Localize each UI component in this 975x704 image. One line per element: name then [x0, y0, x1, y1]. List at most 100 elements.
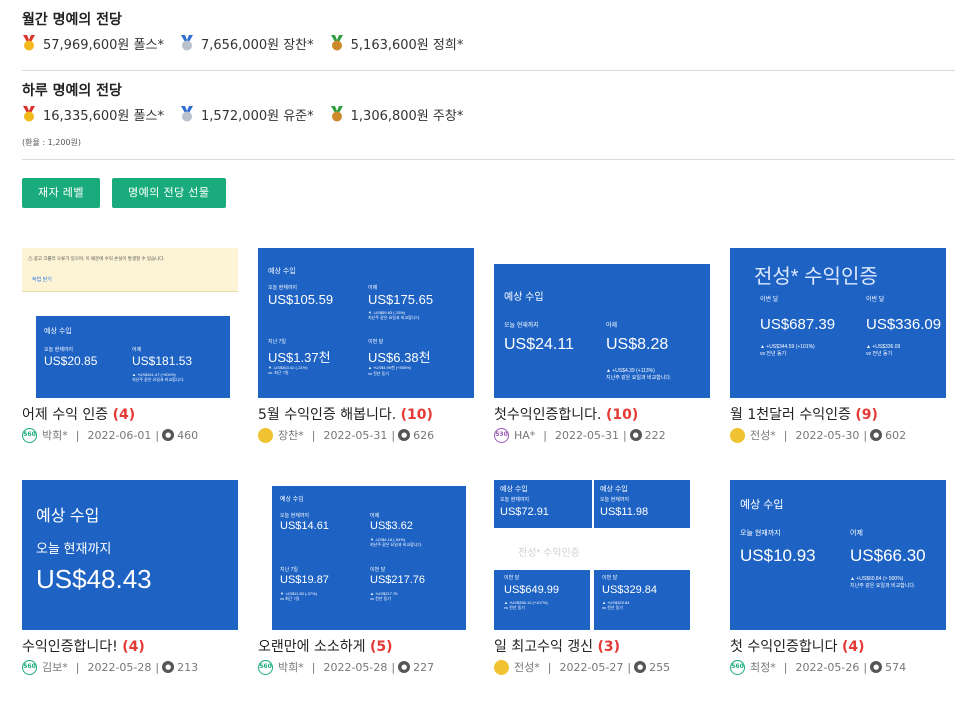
post-thumbnail[interactable]: ⚠ 광고 크롤러 오류가 있으며, 이 때문에 수익 손실이 발생할 수 있습니…	[22, 248, 238, 398]
post-title[interactable]: 어제 수익 인증 (4)	[22, 406, 238, 424]
separator: |	[863, 660, 868, 674]
stat-label: 이번 달	[866, 297, 885, 303]
post-title-text[interactable]: 오랜만에 소소하게	[258, 639, 370, 655]
post-card[interactable]: 예상 수입 오늘 현재까지 US$10.93 어제 US$66.30 ▲ +US…	[730, 480, 946, 676]
button-row: 재자 레벨 명예의 전당 선물	[22, 178, 955, 208]
daily-title: 하루 명예의 전당	[22, 83, 122, 99]
banner-text: ⚠ 광고 크롤러 오류가 있으며, 이 때문에 수익 손실이 발생할 수 있습니…	[28, 256, 165, 261]
post-thumbnail[interactable]: 예상 수입 오늘 현재까지 US$105.59 어제 US$175.65 ▼ -…	[258, 248, 474, 398]
post-title[interactable]: 월 1천달러 수익인증 (9)	[730, 406, 946, 424]
banner-links: 작업 닫기	[32, 277, 52, 283]
eye-icon: ●	[398, 661, 411, 673]
post-title-text[interactable]: 어제 수익 인증	[22, 407, 113, 423]
separator: |	[155, 428, 160, 442]
separator: |	[543, 428, 548, 442]
post-title[interactable]: 첫 수익인증합니다 (4)	[730, 638, 946, 656]
post-meta: 전성* | 2022-05-27 | ● 255	[494, 658, 710, 676]
stat-note: ▲ +US$344.59 (+101%) vs 전년 동기	[760, 344, 815, 357]
warning-banner	[22, 248, 238, 292]
post-thumbnail[interactable]: 예상 수입 오늘 현재까지 US$10.93 어제 US$66.30 ▲ +US…	[730, 480, 946, 630]
stat-note: ▲ +US$336.10 (+107%) vs 전년 동기	[504, 600, 548, 610]
bronze-medal-icon	[330, 35, 344, 51]
stat-note: ▲ +US$161.47 (+500%) 지난주 같은 요일과 비교합니다.	[132, 372, 185, 382]
stat-value: US$10.93	[740, 546, 816, 565]
post-thumbnail[interactable]: 예상 수입 오늘 현재까지 US$72.91 예상 수입 오늘 현재까지 US$…	[494, 480, 710, 630]
separator: |	[391, 428, 396, 442]
post-date: 2022-05-31	[555, 428, 619, 442]
post-thumbnail[interactable]: 예상 수입 오늘 현재까지 US$14.61 어제 US$3.62 ▼ -US$…	[258, 480, 474, 630]
post-title-text[interactable]: 첫 수익인증합니다	[730, 639, 842, 655]
separator: |	[622, 428, 627, 442]
earnings-panel	[272, 486, 466, 630]
divider	[22, 159, 955, 160]
stat-label: 어제	[606, 323, 618, 329]
post-title-text[interactable]: 수익인증합니다!	[22, 639, 122, 655]
stat-value: US$48.43	[36, 564, 152, 594]
gold-medal-icon	[22, 106, 36, 122]
monthly-medal-row: 57,969,600원 폴스* 7,656,000원 장찬* 5,163,600…	[22, 30, 955, 56]
stat-label: 오늘 현재까지	[36, 541, 112, 556]
hall-gift-button[interactable]: 명예의 전당 선물	[112, 178, 226, 208]
level-badge-icon: 560	[22, 427, 37, 443]
post-title[interactable]: 수익인증합니다! (4)	[22, 638, 238, 656]
stat-label: 이번 달	[760, 297, 779, 303]
stat-label: 오늘 현재까지	[600, 497, 629, 503]
post-card[interactable]: 전성* 수익인증 이번 달 US$687.39 ▲ +US$344.59 (+1…	[730, 248, 946, 444]
thumbnail-caption: 전성* 수익인증	[518, 548, 580, 559]
level-button[interactable]: 재자 레벨	[22, 178, 101, 208]
stat-value: US$24.11	[504, 336, 574, 353]
stat-label: 어제	[370, 513, 380, 519]
author[interactable]: 장찬*	[278, 427, 304, 443]
post-title-text[interactable]: 월 1천달러 수익인증	[730, 407, 855, 423]
post-meta: 530 HA* | 2022-05-31 | ● 222	[494, 426, 710, 444]
earnings-heading: 예상 수입	[268, 268, 296, 275]
stat-note: ▲ +US$329.84 vs 전년 동기	[602, 600, 630, 610]
author[interactable]: 최정*	[750, 659, 776, 675]
stat-value: US$3.62	[370, 520, 413, 532]
daily-hall-of-fame: 하루 명예의 전당 16,335,600원 폴스* 1,572,000원 유준*…	[22, 71, 955, 149]
post-thumbnail[interactable]: 예상 수입 오늘 현재까지 US$48.43	[22, 480, 238, 630]
daily-entry-text: 1,572,000원 유준*	[200, 108, 314, 124]
eye-icon: ●	[870, 661, 883, 673]
comment-count: (5)	[369, 639, 393, 655]
post-card[interactable]: 예상 수입 오늘 현재까지 US$72.91 예상 수입 오늘 현재까지 US$…	[494, 480, 710, 676]
separator: |	[155, 660, 160, 674]
author[interactable]: 김보*	[42, 659, 68, 675]
author[interactable]: 전성*	[514, 659, 540, 675]
daily-entry-text: 16,335,600원 폴스*	[43, 108, 164, 124]
author[interactable]: HA*	[514, 429, 535, 442]
level-badge-icon	[258, 427, 273, 443]
comment-count: (10)	[400, 407, 433, 423]
author[interactable]: 박희*	[42, 427, 68, 443]
stat-value: US$11.98	[600, 506, 649, 518]
stat-note: ▼ -US$4.18 (-54%) 지난주 같은 요일과 비교합니다.	[370, 537, 423, 547]
post-title[interactable]: 오랜만에 소소하게 (5)	[258, 638, 474, 656]
post-title-text[interactable]: 5월 수익인증 해봅니다.	[258, 407, 401, 423]
post-card[interactable]: 예상 수입 오늘 현재까지 US$24.11 어제 US$8.28 ▲ +US$…	[494, 248, 710, 444]
post-card[interactable]: 예상 수입 오늘 현재까지 US$48.43 수익인증합니다! (4) 560 김…	[22, 480, 238, 676]
earnings-heading: 예상 수입	[740, 499, 784, 511]
monthly-title: 월간 명예의 전당	[22, 12, 122, 28]
post-card[interactable]: ⚠ 광고 크롤러 오류가 있으며, 이 때문에 수익 손실이 발생할 수 있습니…	[22, 248, 238, 444]
author[interactable]: 전성*	[750, 427, 776, 443]
stat-note: ▲ +US$4.39 (+113%) 지난주 같은 요일과 비교합니다.	[606, 368, 672, 381]
post-date: 2022-05-28	[323, 660, 388, 674]
post-thumbnail[interactable]: 전성* 수익인증 이번 달 US$687.39 ▲ +US$344.59 (+1…	[730, 248, 946, 398]
stat-note: ▼ -US$363.42 (-21%) vs. 최근 7일	[268, 365, 308, 375]
post-title[interactable]: 첫수익인증합니다. (10)	[494, 406, 710, 424]
post-meta: 560 박희* | 2022-05-28 | ● 227	[258, 658, 474, 676]
stat-note: ▼ -US$59.63 (-25%) 지난주 같은 요일과 비교합니다.	[368, 310, 421, 320]
monthly-entry-text: 5,163,600원 정희*	[350, 37, 464, 53]
separator: |	[75, 428, 80, 442]
post-card[interactable]: 예상 수입 오늘 현재까지 US$105.59 어제 US$175.65 ▼ -…	[258, 248, 474, 444]
stat-label: 이번 달	[368, 339, 384, 345]
post-thumbnail[interactable]: 예상 수입 오늘 현재까지 US$24.11 어제 US$8.28 ▲ +US$…	[494, 248, 710, 398]
author[interactable]: 박희*	[278, 659, 304, 675]
post-title-text[interactable]: 첫수익인증합니다.	[494, 407, 606, 423]
post-card[interactable]: 예상 수입 오늘 현재까지 US$14.61 어제 US$3.62 ▼ -US$…	[258, 480, 474, 676]
level-badge-icon: 530	[494, 427, 509, 443]
post-title-text[interactable]: 일 최고수익 갱신	[494, 639, 598, 655]
comment-count: (3)	[597, 639, 621, 655]
post-title[interactable]: 일 최고수익 갱신 (3)	[494, 638, 710, 656]
post-title[interactable]: 5월 수익인증 해봅니다. (10)	[258, 406, 474, 424]
